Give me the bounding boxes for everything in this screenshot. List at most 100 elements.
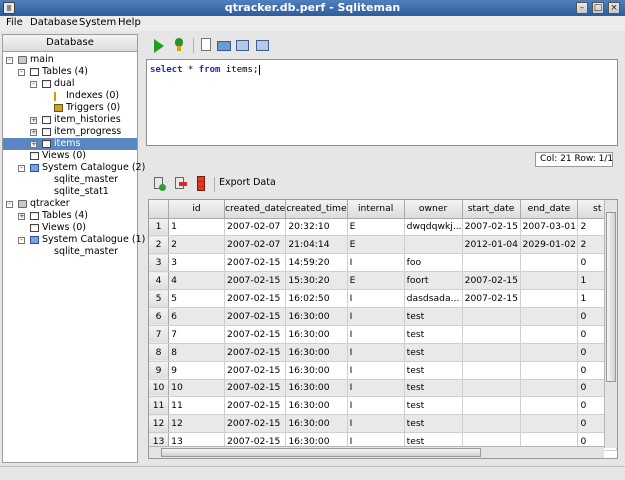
- table-cell[interactable]: test: [404, 343, 463, 362]
- column-header[interactable]: end_date: [520, 200, 579, 219]
- save-button[interactable]: [235, 37, 251, 53]
- table-cell[interactable]: 21:04:14: [285, 235, 348, 255]
- column-header[interactable]: created_date: [224, 200, 287, 219]
- table-cell[interactable]: [462, 361, 521, 380]
- row-header[interactable]: 11: [149, 396, 170, 416]
- table-row[interactable]: 9 9 2007-02-15 16:30:00 Itest 0: [149, 361, 617, 380]
- table-cell[interactable]: 7: [168, 325, 225, 344]
- table-cell[interactable]: I: [347, 343, 405, 362]
- table-row[interactable]: 8 8 2007-02-15 16:30:00 Itest 0: [149, 343, 617, 362]
- table-cell[interactable]: [520, 361, 579, 380]
- table-cell[interactable]: 16:30:00: [285, 414, 348, 434]
- table-cell[interactable]: 2007-03-01: [520, 218, 579, 237]
- vertical-scrollbar[interactable]: [604, 200, 617, 448]
- table-cell[interactable]: test: [404, 325, 463, 344]
- collapse-icon[interactable]: -: [18, 165, 25, 172]
- tree-item[interactable]: + item_histories: [3, 114, 137, 126]
- maximize-button[interactable]: □: [592, 2, 604, 14]
- row-header[interactable]: 1: [149, 218, 170, 237]
- table-row[interactable]: 4 4 2007-02-15 15:30:20 Efoort 2007-02-15 1: [149, 271, 617, 291]
- table-cell[interactable]: [520, 253, 579, 273]
- vertical-scroll-thumb[interactable]: [606, 212, 616, 382]
- table-cell[interactable]: [462, 343, 521, 362]
- table-cell[interactable]: 11: [168, 396, 225, 416]
- table-cell[interactable]: [520, 325, 579, 344]
- tree-item[interactable]: sqlite_master: [3, 174, 137, 186]
- table-cell[interactable]: 16:30:00: [285, 343, 348, 362]
- table-row[interactable]: 11 11 2007-02-15 16:30:00 Itest 0: [149, 396, 617, 416]
- tree-item[interactable]: - qtracker: [3, 198, 137, 210]
- table-cell[interactable]: [520, 396, 579, 416]
- expand-icon[interactable]: +: [30, 117, 37, 124]
- table-cell[interactable]: foo: [404, 253, 463, 273]
- table-cell[interactable]: I: [347, 379, 405, 398]
- table-cell[interactable]: 2007-02-07: [224, 218, 287, 237]
- table-cell[interactable]: 2007-02-15: [224, 271, 287, 291]
- collapse-icon[interactable]: -: [18, 237, 25, 244]
- table-cell[interactable]: E: [347, 235, 405, 255]
- tree-item[interactable]: + Tables (4): [3, 210, 137, 222]
- row-header[interactable]: 10: [149, 379, 170, 398]
- table-row[interactable]: 2 2 2007-02-07 21:04:14 E 2012-01-04 2029-01-0…: [149, 235, 617, 255]
- column-header[interactable]: start_date: [462, 200, 521, 219]
- row-header[interactable]: 8: [149, 343, 170, 362]
- table-cell[interactable]: 16:30:00: [285, 325, 348, 344]
- table-cell[interactable]: 10: [168, 379, 225, 398]
- collapse-icon[interactable]: -: [18, 69, 25, 76]
- menu-help[interactable]: Help: [118, 17, 141, 28]
- table-cell[interactable]: 2007-02-15: [462, 271, 521, 291]
- table-cell[interactable]: 3: [168, 253, 225, 273]
- tree-item[interactable]: - main: [3, 54, 137, 66]
- collapse-icon[interactable]: -: [30, 81, 37, 88]
- tree-item[interactable]: - System Catalogue (2): [3, 162, 145, 174]
- table-cell[interactable]: 8: [168, 343, 225, 362]
- table-cell[interactable]: 2007-02-15: [224, 307, 287, 326]
- table-cell[interactable]: test: [404, 379, 463, 398]
- table-cell[interactable]: [520, 307, 579, 326]
- table-row[interactable]: 12 12 2007-02-15 16:30:00 Itest 0: [149, 414, 617, 434]
- table-cell[interactable]: 2007-02-15: [224, 361, 287, 380]
- row-header[interactable]: 4: [149, 271, 170, 291]
- table-cell[interactable]: [462, 414, 521, 434]
- table-cell[interactable]: 4: [168, 271, 225, 291]
- table-cell[interactable]: 5: [168, 289, 225, 308]
- explain-button[interactable]: [172, 37, 188, 53]
- table-cell[interactable]: I: [347, 289, 405, 308]
- table-cell[interactable]: [520, 271, 579, 291]
- table-cell[interactable]: 2007-02-15: [224, 414, 287, 434]
- table-cell[interactable]: [462, 307, 521, 326]
- table-cell[interactable]: test: [404, 396, 463, 416]
- table-cell[interactable]: test: [404, 361, 463, 380]
- table-cell[interactable]: test: [404, 307, 463, 326]
- corner-header[interactable]: [149, 200, 170, 219]
- commit-button[interactable]: [194, 176, 210, 192]
- menu-system[interactable]: System: [79, 17, 116, 28]
- horizontal-scrollbar[interactable]: [149, 446, 604, 458]
- table-cell[interactable]: 16:30:00: [285, 396, 348, 416]
- table-cell[interactable]: 2007-02-15: [224, 289, 287, 308]
- table-cell[interactable]: [462, 396, 521, 416]
- table-cell[interactable]: 2007-02-15: [224, 396, 287, 416]
- new-file-button[interactable]: [198, 37, 214, 53]
- table-row[interactable]: 1 1 2007-02-07 20:32:10 Edwqdqwkj... 2007-02-…: [149, 218, 617, 237]
- table-cell[interactable]: 2012-01-04: [462, 235, 521, 255]
- table-cell[interactable]: foort: [404, 271, 463, 291]
- row-header[interactable]: 12: [149, 414, 170, 434]
- tree-item[interactable]: + item_progress: [3, 126, 137, 138]
- table-cell[interactable]: I: [347, 325, 405, 344]
- table-cell[interactable]: dasdsada...: [404, 289, 463, 308]
- table-cell[interactable]: 16:30:00: [285, 361, 348, 380]
- row-header[interactable]: 6: [149, 307, 170, 326]
- column-header[interactable]: owner: [404, 200, 463, 219]
- row-header[interactable]: 5: [149, 289, 170, 308]
- table-cell[interactable]: 16:30:00: [285, 307, 348, 326]
- minimize-button[interactable]: –: [576, 2, 588, 14]
- table-row[interactable]: 6 6 2007-02-15 16:30:00 Itest 0: [149, 307, 617, 326]
- table-cell[interactable]: 2007-02-15: [224, 343, 287, 362]
- table-cell[interactable]: [404, 235, 463, 255]
- expand-icon[interactable]: +: [18, 213, 25, 220]
- row-header[interactable]: 9: [149, 361, 170, 380]
- table-cell[interactable]: [462, 379, 521, 398]
- table-row[interactable]: 10 10 2007-02-15 16:30:00 Itest 0: [149, 379, 617, 398]
- close-button[interactable]: ×: [608, 2, 620, 14]
